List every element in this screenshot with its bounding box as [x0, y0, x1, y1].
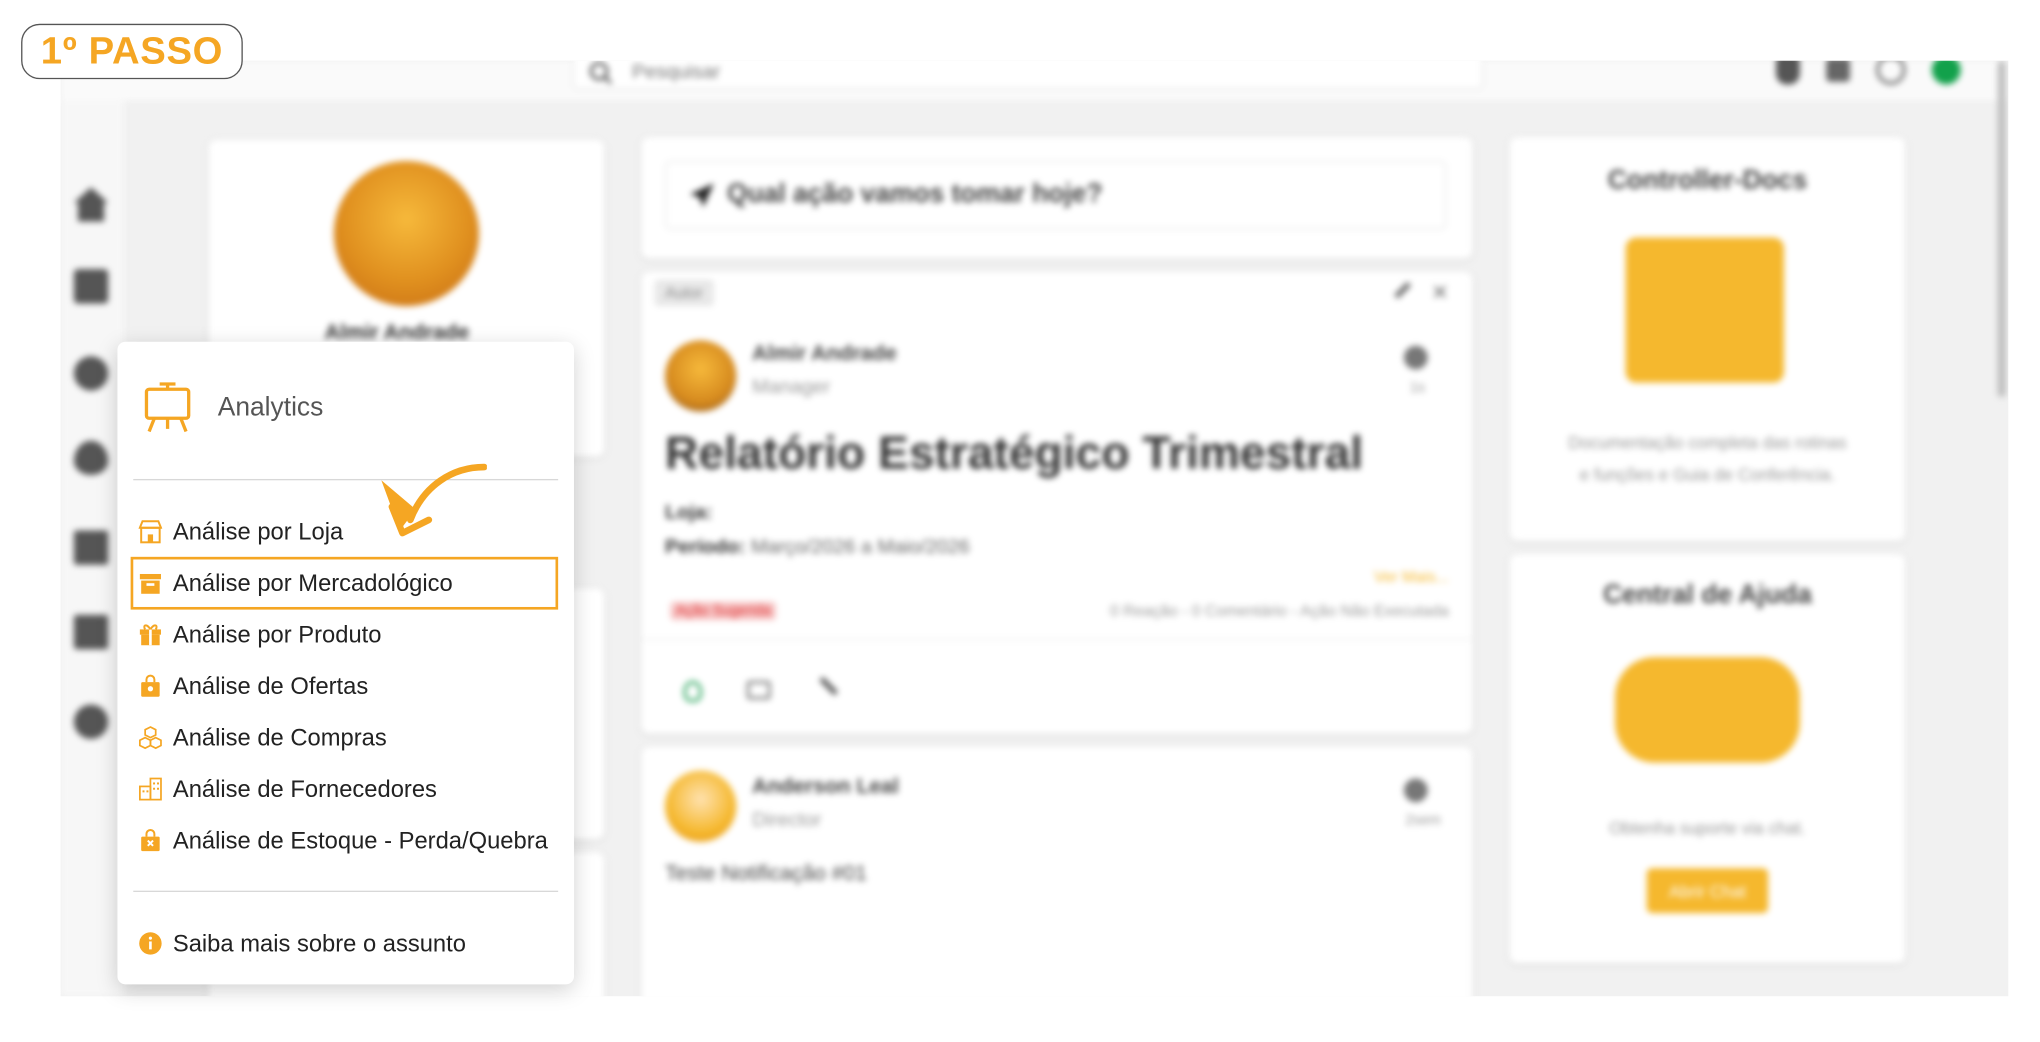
bag-icon [139, 674, 163, 698]
calendar-settings-icon[interactable] [1826, 60, 1850, 82]
help-center-desc: Obtenha suporte via chat. [1609, 818, 1806, 838]
profile-avatar [333, 160, 479, 307]
react-icon[interactable] [683, 680, 702, 702]
post-periodo: Período: Março/2026 a Maio/2026 [665, 536, 970, 558]
info-icon [139, 932, 163, 956]
status-dot-icon[interactable] [1931, 60, 1961, 85]
presentation-board-icon [144, 382, 191, 433]
menu-item-label: Análise de Ofertas [172, 672, 369, 699]
menu-item-label: Saiba mais sobre o assunto [172, 929, 466, 956]
post2-author: Anderson Leal [752, 775, 899, 799]
post-card: Autor ✕ Almir Andrade Manager 1s Relatór… [641, 271, 1473, 734]
post-tag: Autor [654, 279, 714, 307]
menu-item-label: Análise de Estoque - Perda/Quebra [172, 826, 548, 854]
menu-item-analise-por-loja[interactable]: Análise por Loja [138, 513, 344, 550]
menu-item-label: Análise por Loja [172, 517, 344, 545]
bag-x-icon [139, 828, 163, 853]
search-box[interactable] [572, 60, 1484, 90]
top-bar [60, 60, 2009, 101]
kanban-icon[interactable] [73, 269, 109, 304]
store-icon [138, 520, 163, 544]
bell-icon[interactable] [1776, 60, 1800, 85]
menu-item-saiba-mais[interactable]: Saiba mais sobre o assunto [139, 925, 466, 962]
search-input[interactable] [632, 60, 1424, 83]
post2-author-avatar [665, 770, 737, 842]
menu-item-analise-de-compras[interactable]: Análise de Compras [139, 719, 387, 756]
post2-time: 2sem [1405, 812, 1441, 829]
composer-card: Qual ação vamos tomar hoje? [641, 137, 1473, 259]
post2-role: Director [752, 808, 822, 832]
post-author-avatar [665, 340, 737, 412]
scrollbar-thumb[interactable] [1997, 60, 2006, 398]
close-post-icon[interactable]: ✕ [1431, 280, 1449, 306]
analytics-menu: Analytics Análise por Loja Análise por M… [117, 341, 574, 985]
edit-icon[interactable] [1394, 281, 1412, 299]
search-icon [589, 62, 609, 81]
menu-item-analise-por-produto[interactable]: Análise por Produto [139, 616, 382, 653]
ver-mais-link[interactable]: Ver Mais... [1374, 567, 1449, 585]
globe-icon [1403, 778, 1428, 803]
open-chat-button[interactable]: Abrir Chat [1646, 868, 1769, 914]
send-icon [690, 183, 714, 208]
pointer-arrow-icon [381, 463, 487, 537]
heart-pulse-icon[interactable] [73, 440, 109, 476]
composer-input[interactable]: Qual ação vamos tomar hoje? [665, 160, 1447, 230]
menu-item-label: Análise por Produto [172, 620, 382, 648]
composer-prompt: Qual ação vamos tomar hoje? [727, 179, 1103, 209]
boxes-icon [139, 726, 163, 750]
gift-icon [139, 623, 163, 647]
menu-header-label: Analytics [217, 392, 324, 422]
post-time: 1s [1409, 380, 1426, 396]
menu-item-label: Análise de Fornecedores [172, 775, 437, 802]
support-illustration [1615, 657, 1800, 763]
post-title: Relatório Estratégico Trimestral [665, 427, 1364, 479]
divider [133, 890, 559, 892]
post-card-2: Anderson Leal Director 2sem Teste Notifi… [641, 746, 1473, 997]
menu-item-label: Análise por Mercadológico [172, 569, 453, 596]
help-center-card: Central de Ajuda Obtenha suporte via cha… [1509, 554, 1906, 964]
menu-header: Analytics [141, 381, 323, 434]
post-stats: 0 Reação - 0 Comentário - Ação Não Execu… [1109, 601, 1449, 621]
controller-docs-card: Controller-Docs Documentação completa da… [1509, 137, 1906, 541]
comment-icon[interactable] [746, 680, 771, 700]
divider [133, 478, 559, 481]
buildings-icon [139, 777, 163, 801]
documents-illustration [1625, 237, 1784, 383]
post-periodo-value: Março/2026 a Maio/2026 [750, 535, 970, 559]
controller-docs-desc-1: Documentação completa das rotinas [1568, 432, 1847, 453]
box-icon [139, 571, 163, 595]
menu-item-analise-de-fornecedores[interactable]: Análise de Fornecedores [139, 771, 437, 808]
step-badge: 1º PASSO [21, 23, 243, 80]
post-role: Manager [752, 376, 831, 399]
post2-text: Teste Notificação #01 [665, 862, 867, 886]
sidebar [60, 100, 125, 997]
post-author: Almir Andrade [752, 343, 897, 366]
user-icon[interactable] [1876, 60, 1906, 85]
notebook-icon[interactable] [73, 614, 109, 650]
hammer-icon[interactable] [819, 676, 838, 696]
globe-icon [1403, 345, 1428, 370]
menu-item-analise-de-ofertas[interactable]: Análise de Ofertas [139, 668, 369, 705]
clock-icon[interactable] [73, 356, 109, 391]
menu-item-analise-de-estoque[interactable]: Análise de Estoque - Perda/Quebra [139, 822, 548, 859]
post-periodo-label: Período: [665, 535, 746, 559]
menu-item-analise-por-mercadologico[interactable]: Análise por Mercadológico [139, 565, 453, 602]
settings-gear-icon[interactable] [73, 704, 109, 739]
presentation-icon[interactable] [73, 530, 109, 565]
action-badge: Ação Sugerida [670, 601, 777, 621]
controller-docs-desc-2: e funções e Guia de Conferência. [1579, 464, 1836, 485]
menu-item-label: Análise de Compras [172, 723, 387, 751]
controller-docs-title: Controller-Docs [1607, 166, 1808, 196]
help-center-title: Central de Ajuda [1603, 580, 1812, 610]
post-loja-label: Loja: [665, 501, 713, 524]
home-icon[interactable] [73, 187, 109, 222]
